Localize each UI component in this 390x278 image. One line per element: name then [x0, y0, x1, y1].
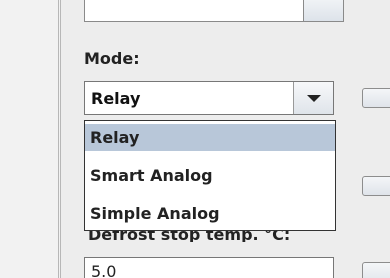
previous-field-button[interactable] — [303, 0, 343, 21]
previous-field[interactable] — [84, 0, 344, 22]
mode-selected-value: Relay — [91, 89, 141, 108]
mode-option-smart-analog[interactable]: Smart Analog — [85, 162, 335, 189]
mode-option-simple-analog[interactable]: Simple Analog — [85, 200, 335, 227]
mode-option-relay[interactable]: Relay — [85, 124, 335, 151]
mode-label: Mode: — [84, 49, 140, 68]
side-button[interactable] — [362, 262, 390, 278]
left-margin — [0, 0, 60, 278]
side-button[interactable] — [362, 88, 390, 108]
defrost-stop-temp-value: 5.0 — [91, 262, 117, 278]
mode-dropdown-button[interactable] — [293, 82, 333, 114]
chevron-down-icon — [307, 95, 321, 102]
defrost-stop-temp-field[interactable]: 5.0 — [84, 257, 334, 278]
side-button[interactable] — [362, 176, 390, 196]
settings-panel: Mode: Relay Defrost stop temp. °C: 5.0 R… — [0, 0, 390, 278]
mode-dropdown-list: Relay Smart Analog Simple Analog — [84, 120, 336, 231]
divider — [60, 0, 61, 278]
mode-combobox[interactable]: Relay — [84, 81, 334, 115]
divider — [58, 0, 59, 278]
